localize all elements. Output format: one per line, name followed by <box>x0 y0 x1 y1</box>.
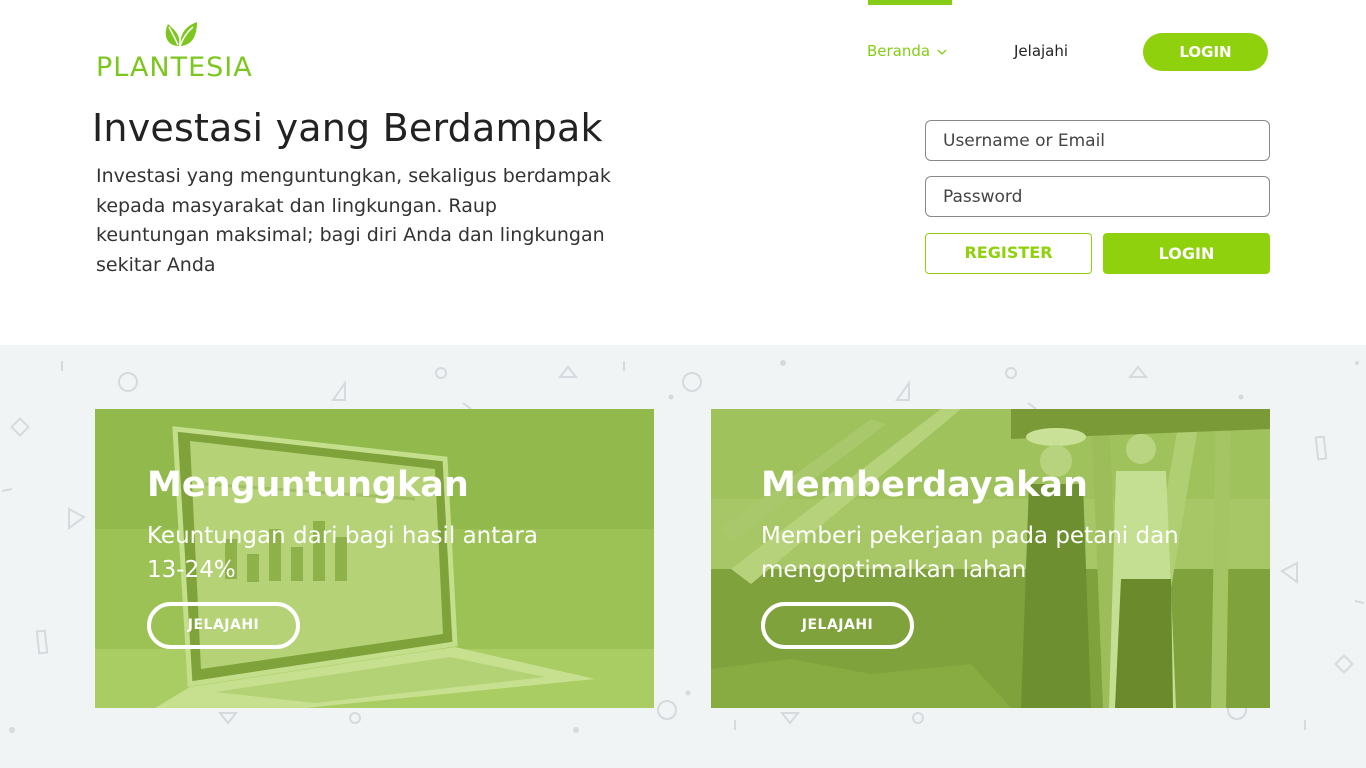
nav-item-jelajahi[interactable]: Jelajahi <box>1014 42 1068 60</box>
card-text: Memberi pekerjaan pada petani dan mengop… <box>761 523 1179 583</box>
card-title: Memberdayakan <box>761 465 1088 505</box>
username-input[interactable] <box>925 120 1270 161</box>
feature-card-memberdayakan: Memberdayakan Memberi pekerjaan pada pet… <box>711 409 1270 708</box>
login-button[interactable]: LOGIN <box>1103 233 1270 274</box>
leaf-icon <box>165 22 197 47</box>
active-nav-indicator <box>868 0 952 5</box>
header-login-button[interactable]: LOGIN <box>1143 33 1268 71</box>
card-title: Menguntungkan <box>147 465 469 505</box>
page-title: Investasi yang Berdampak <box>92 106 603 150</box>
nav-item-label: Beranda <box>867 42 931 60</box>
brand-name: PLANTESIA <box>96 52 253 83</box>
header: PLANTESIA Beranda Jelajahi LOGIN <box>0 0 1366 100</box>
features-section: Menguntungkan Keuntungan dari bagi hasil… <box>0 345 1366 768</box>
chevron-down-icon <box>937 49 947 55</box>
explore-button[interactable]: JELAJAHI <box>761 602 914 649</box>
password-input[interactable] <box>925 176 1270 217</box>
card-text: Keuntungan dari bagi hasil antara 13-24% <box>147 523 538 583</box>
hero-description: Investasi yang menguntungkan, sekaligus … <box>96 165 611 276</box>
nav-item-beranda[interactable]: Beranda <box>867 42 947 60</box>
register-button[interactable]: REGISTER <box>925 233 1092 274</box>
explore-button[interactable]: JELAJAHI <box>147 602 300 649</box>
logo[interactable]: PLANTESIA <box>96 18 266 83</box>
feature-card-menguntungkan: Menguntungkan Keuntungan dari bagi hasil… <box>95 409 654 708</box>
